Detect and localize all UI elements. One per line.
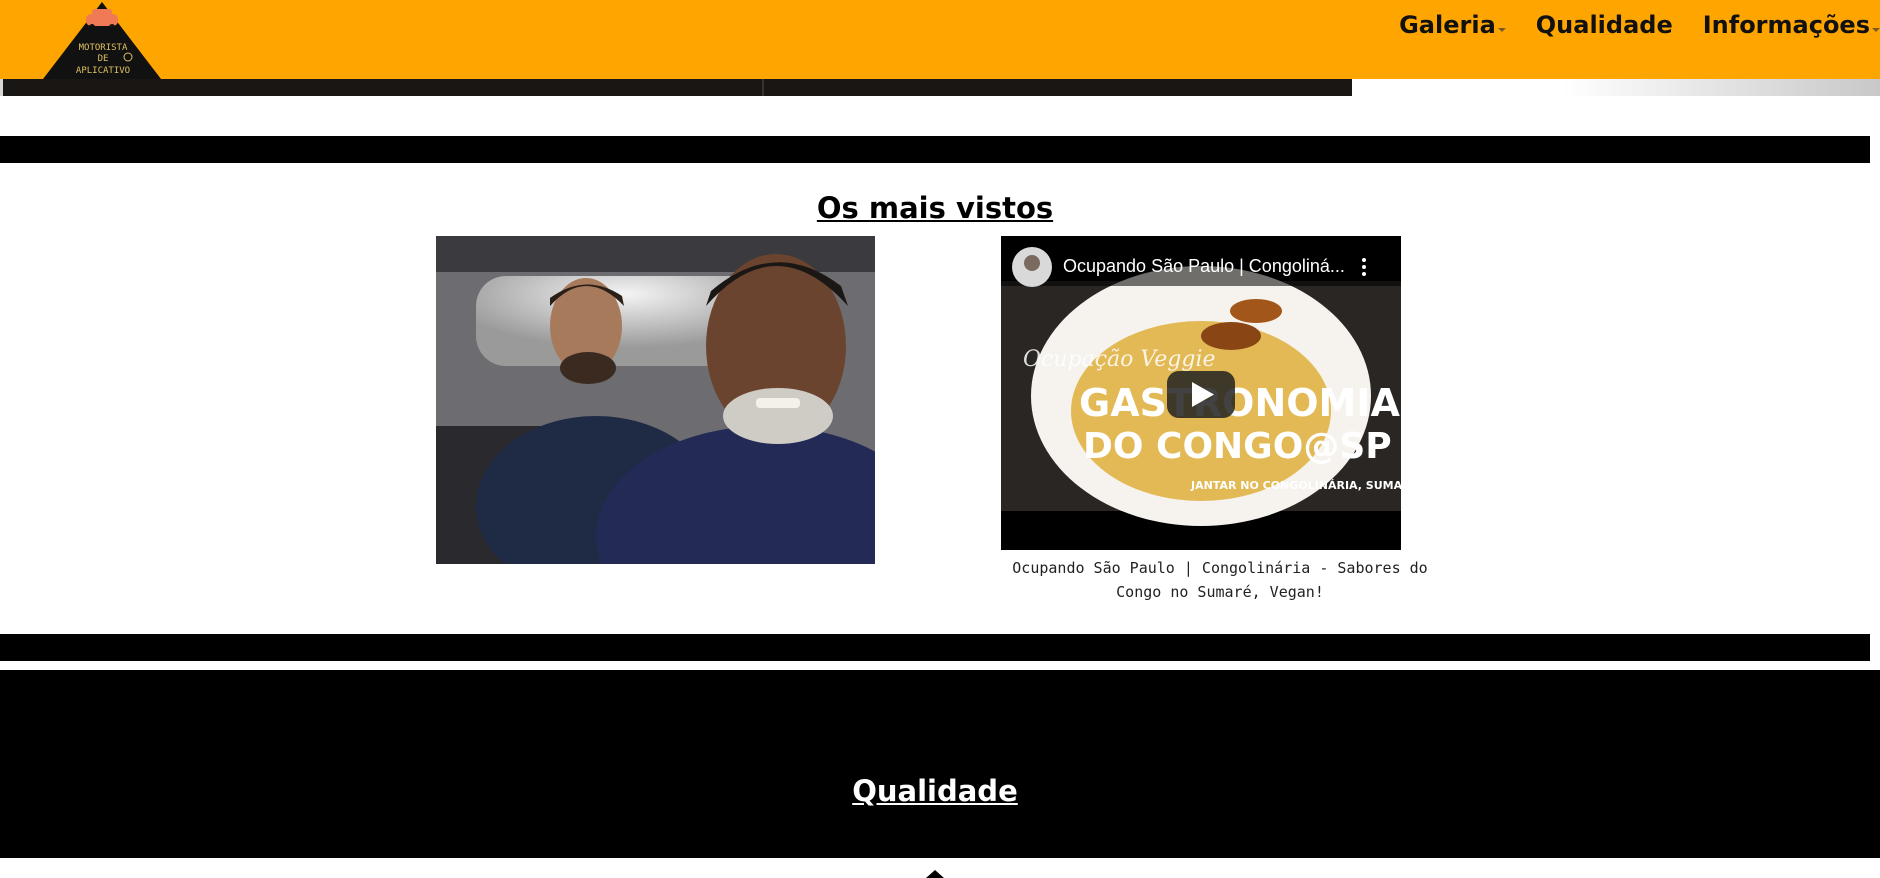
- logo-line-1: MOTORISTA: [79, 43, 128, 53]
- hero-fade: [1352, 79, 1880, 96]
- site-logo[interactable]: MOTORISTA DE APLICATIVO: [40, 0, 164, 79]
- nav-qualidade-label: Qualidade: [1535, 11, 1673, 39]
- divider-bar-bottom: [0, 634, 1870, 661]
- photo-graphic: [436, 236, 875, 564]
- section-title-quality: Qualidade: [852, 774, 1018, 808]
- selfie-photo[interactable]: [436, 236, 875, 564]
- nav-galeria[interactable]: Galeria: [1399, 11, 1506, 39]
- section-title-most-viewed: Os mais vistos: [816, 191, 1054, 225]
- chevron-down-icon: [1497, 28, 1506, 32]
- nav-informacoes-label: Informações: [1702, 11, 1870, 39]
- logo-graphic: MOTORISTA DE APLICATIVO: [43, 2, 161, 79]
- nav-qualidade[interactable]: Qualidade: [1536, 11, 1673, 39]
- hero-banner-strip: [0, 79, 1352, 96]
- arrow-up-icon: [926, 870, 944, 878]
- nav-informacoes[interactable]: Informações: [1703, 11, 1880, 39]
- logo-line-2: DE: [98, 54, 109, 64]
- site-header: MOTORISTA DE APLICATIVO Galeria Qualidad…: [0, 0, 1880, 79]
- main-nav: Galeria Qualidade Informações: [1369, 10, 1880, 40]
- thumb-text-congo: DO CONGO@SP: [1083, 426, 1392, 467]
- video-title[interactable]: Ocupando São Paulo | Congoliná...: [1063, 256, 1345, 277]
- youtube-video-embed[interactable]: Ocupação Veggie GASTRONOMIA DO CONGO@SP …: [1001, 236, 1401, 550]
- thumb-text-veggie: Ocupação Veggie: [1023, 347, 1216, 372]
- hero-edge: [0, 79, 3, 96]
- chevron-down-icon: [1872, 28, 1880, 32]
- quality-section: [0, 670, 1880, 858]
- nav-galeria-label: Galeria: [1399, 11, 1496, 39]
- video-thumbnail: Ocupação Veggie GASTRONOMIA DO CONGO@SP …: [1001, 236, 1401, 550]
- thumb-text-gastronomia: GASTRONOMIA: [1079, 381, 1401, 425]
- logo-line-3: APLICATIVO: [76, 66, 130, 76]
- video-caption: Ocupando São Paulo | Congolinária - Sabo…: [1012, 559, 1428, 601]
- more-options-icon[interactable]: [1362, 258, 1366, 262]
- thumb-text-jantar: JANTAR NO CONGOLINÁRIA, SUMARÉ: [1190, 479, 1401, 492]
- hero-seam: [762, 79, 764, 96]
- divider-bar-top: [0, 136, 1870, 163]
